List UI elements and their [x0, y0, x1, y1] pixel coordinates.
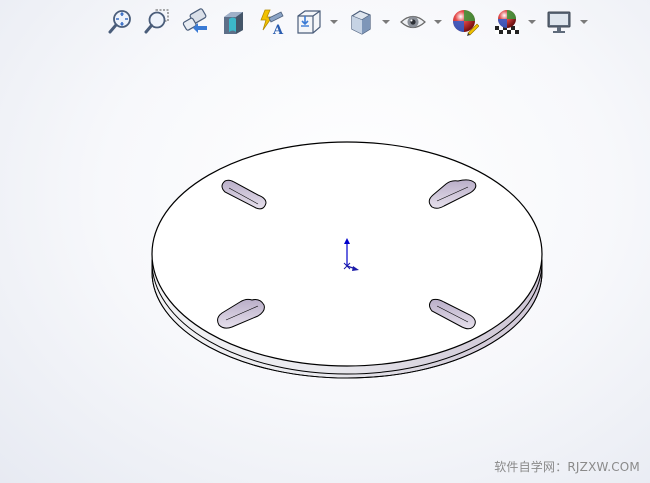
zoom-to-fit-button[interactable] — [106, 7, 136, 37]
chevron-down-icon — [580, 20, 588, 24]
chevron-down-icon — [434, 20, 442, 24]
view-orientation-icon — [297, 10, 321, 34]
apply-scene-icon — [495, 10, 519, 34]
watermark-text: 软件自学网：RJZXW.COM — [494, 460, 640, 474]
edit-appearance-icon — [453, 10, 479, 36]
display-style-button[interactable] — [346, 7, 376, 37]
chevron-down-icon — [382, 20, 390, 24]
view-orientation-button[interactable] — [294, 7, 324, 37]
zoom-to-area-button[interactable] — [142, 7, 172, 37]
apply-scene-button[interactable] — [492, 7, 522, 37]
view-settings-dropdown[interactable] — [580, 18, 588, 26]
edit-appearance-button[interactable] — [450, 7, 480, 37]
svg-text:A: A — [272, 23, 284, 36]
chevron-down-icon — [330, 20, 338, 24]
zoom-to-area-icon — [144, 9, 169, 34]
chevron-down-icon — [528, 20, 536, 24]
hide-show-items-button[interactable] — [398, 7, 428, 37]
zoom-to-fit-icon — [108, 10, 131, 34]
graphics-viewport[interactable] — [0, 40, 650, 483]
display-style-icon — [351, 10, 371, 35]
display-style-dropdown[interactable] — [382, 18, 390, 26]
view-settings-button[interactable] — [544, 7, 574, 37]
heads-up-view-toolbar: A — [104, 4, 594, 38]
section-view-button[interactable] — [218, 7, 248, 37]
apply-scene-dropdown[interactable] — [528, 18, 536, 26]
hide-show-items-dropdown[interactable] — [434, 18, 442, 26]
dynamic-annotation-icon: A — [260, 9, 284, 36]
previous-view-icon — [182, 8, 207, 33]
section-view-icon — [224, 12, 243, 34]
view-orientation-dropdown[interactable] — [330, 18, 338, 26]
previous-view-button[interactable] — [180, 7, 210, 37]
model-view — [151, 141, 543, 483]
monitor-icon — [547, 11, 571, 33]
eye-icon — [400, 15, 426, 29]
dynamic-annotation-views-button[interactable]: A — [256, 7, 286, 37]
